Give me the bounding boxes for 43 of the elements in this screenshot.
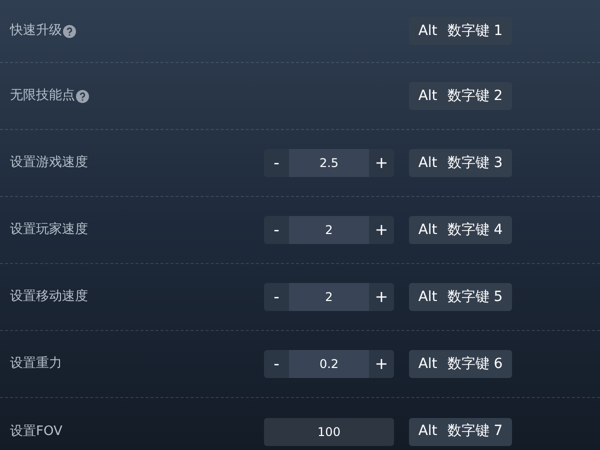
value-field[interactable]: 2	[289, 216, 369, 244]
hotkey-text: Alt	[418, 422, 438, 441]
decrease-button[interactable]: -	[264, 283, 289, 311]
hotkey-text: Alt	[418, 22, 438, 40]
setting-label: 设置游戏速度	[10, 154, 88, 172]
increase-button[interactable]: +	[369, 283, 394, 311]
setting-label: 设置移动速度	[10, 288, 88, 306]
hotkey-text: 数字键 3	[447, 154, 503, 172]
decrease-button[interactable]: -	[264, 216, 289, 244]
hotkey-text: 数字键 1	[447, 22, 503, 40]
value-field[interactable]: 2	[289, 283, 369, 311]
hotkey-button[interactable]: Alt 数字键 4	[409, 216, 512, 244]
hotkey-text: Alt	[418, 154, 438, 172]
hotkey-text: 数字键 7	[447, 422, 503, 441]
help-icon[interactable]	[63, 24, 76, 38]
setting-label: 设置重力	[10, 355, 62, 374]
setting-label: 快速升级	[10, 22, 62, 40]
hotkey-button[interactable]: Alt 数字键 7	[409, 418, 512, 446]
decrease-button[interactable]: -	[264, 350, 289, 378]
hotkey-button[interactable]: Alt 数字键 1	[409, 17, 512, 45]
hotkey-button[interactable]: Alt 数字键 2	[409, 82, 512, 110]
hotkey-button[interactable]: Alt 数字键 3	[409, 149, 512, 177]
value-field[interactable]: 2.5	[289, 149, 369, 177]
increase-button[interactable]: +	[369, 350, 394, 378]
hotkey-text: 数字键 5	[447, 288, 503, 306]
hotkey-text: Alt	[418, 220, 438, 240]
hotkey-button[interactable]: Alt 数字键 5	[409, 283, 512, 311]
setting-label: 无限技能点	[10, 87, 75, 106]
hotkey-text: 数字键 4	[447, 220, 503, 240]
hotkey-text: Alt	[418, 354, 438, 374]
decrease-button[interactable]: -	[264, 149, 289, 177]
hotkey-text: 数字键 6	[447, 354, 503, 374]
increase-button[interactable]: +	[369, 216, 394, 244]
hotkey-button[interactable]: Alt 数字键 6	[409, 350, 512, 378]
hotkey-text: 数字键 2	[447, 86, 503, 106]
setting-label: 设置FOV	[10, 422, 62, 441]
help-icon[interactable]	[76, 90, 89, 102]
setting-label: 设置玩家速度	[10, 221, 88, 240]
increase-button[interactable]: +	[369, 149, 394, 177]
value-field[interactable]: 100	[264, 418, 394, 446]
hotkey-text: Alt	[418, 288, 438, 306]
hotkey-text: Alt	[418, 86, 438, 106]
value-field[interactable]: 0.2	[289, 350, 369, 378]
